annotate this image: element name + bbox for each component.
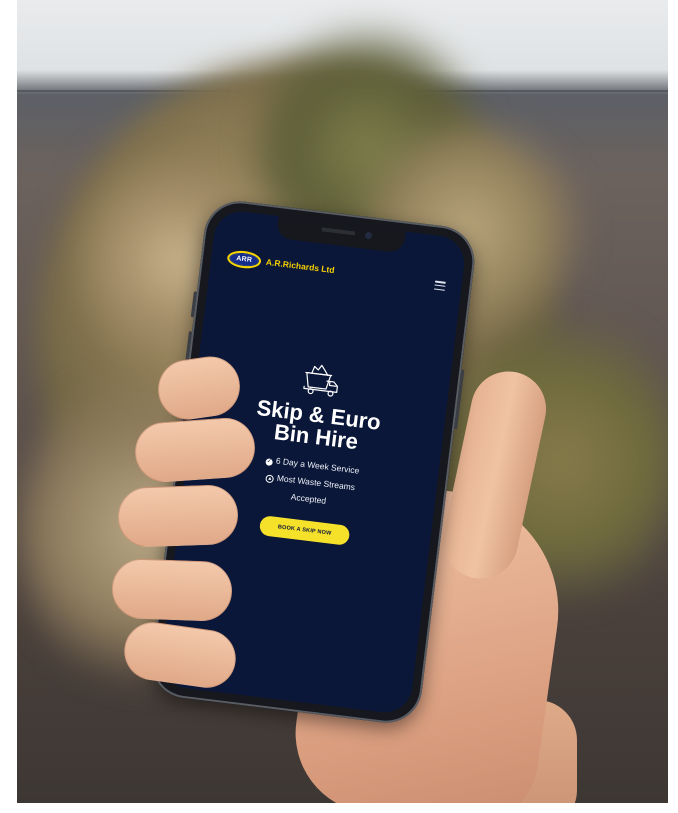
hand-finger <box>133 415 257 485</box>
hand-finger <box>110 557 234 623</box>
menu-line <box>434 284 446 288</box>
phone-notch <box>276 215 406 254</box>
hamburger-menu-icon[interactable] <box>433 280 446 292</box>
site-header: ARR A.R.Richards Ltd <box>208 244 463 310</box>
skip-truck-icon <box>303 364 338 397</box>
front-camera <box>364 231 373 240</box>
logo-inner: ARR <box>229 252 259 267</box>
menu-line <box>433 288 445 292</box>
book-skip-button[interactable]: BOOK A SKIP NOW <box>258 515 351 546</box>
site-logo[interactable]: ARR <box>226 249 263 271</box>
hand-finger <box>116 483 240 549</box>
feature-text: 6 Day a Week Service <box>275 455 360 476</box>
feature-text: Most Waste Streams <box>276 472 356 493</box>
speaker-grille <box>321 227 356 236</box>
brand-name[interactable]: A.R.Richards Ltd <box>265 257 335 275</box>
logo-text: ARR <box>235 255 253 265</box>
thumbs-up-icon: ▲ <box>265 474 275 484</box>
menu-line <box>434 280 446 284</box>
check-circle-icon: ✓ <box>265 458 274 467</box>
